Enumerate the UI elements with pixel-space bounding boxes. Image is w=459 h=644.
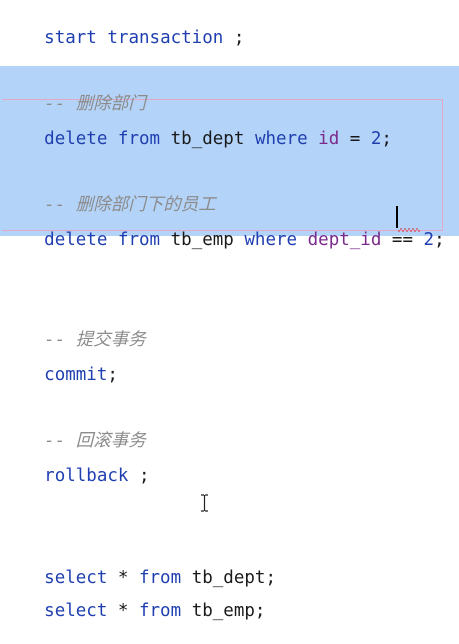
statement-end: ; (107, 365, 118, 385)
text-caret (396, 206, 398, 228)
code-line-commit[interactable]: commit; (2, 342, 118, 408)
keyword-rollback: rollback (44, 466, 129, 486)
number-literal: 2 (370, 129, 382, 149)
field-name: id (318, 129, 340, 149)
error-underline (398, 228, 420, 232)
keyword-start: start (44, 28, 97, 48)
keyword-transaction: transaction (107, 28, 224, 48)
table-name: tb_dept (170, 129, 245, 149)
statement-end: ; (223, 28, 245, 48)
keyword-from: from (117, 230, 161, 250)
text-cursor-icon (201, 494, 208, 512)
statement-end: ; (434, 230, 445, 250)
table-name: tb_emp (170, 230, 234, 250)
sql-editor[interactable]: start transaction ; -- 删除部门 delete from … (0, 0, 459, 621)
code-line-delete-dept[interactable]: delete from tb_dept where id = 2; (2, 106, 392, 172)
statement-end: ; (254, 601, 266, 621)
keyword-commit: commit (44, 365, 108, 385)
keyword-select: select (44, 601, 108, 621)
field-name: dept_id (307, 230, 382, 250)
keyword-delete: delete (44, 230, 108, 250)
statement-end: ; (128, 466, 150, 486)
code-line-delete-emp[interactable]: delete from tb_emp where dept_id == 2; (2, 207, 445, 273)
code-line-select-emp[interactable]: select * from tb_emp; (2, 578, 265, 644)
operator: = (339, 129, 371, 149)
number-literal: 2 (423, 230, 435, 250)
select-star: * (107, 601, 139, 621)
keyword-where: where (254, 129, 308, 149)
keyword-from: from (117, 129, 161, 149)
code-line-start-transaction[interactable]: start transaction ; (2, 5, 244, 71)
keyword-where: where (244, 230, 298, 250)
keyword-delete: delete (44, 129, 108, 149)
code-line-rollback[interactable]: rollback ; (2, 443, 150, 509)
table-name: tb_emp (191, 601, 255, 621)
keyword-from: from (138, 601, 182, 621)
statement-end: ; (381, 129, 392, 149)
statement-end: ; (265, 568, 276, 588)
operator: == (381, 230, 424, 250)
